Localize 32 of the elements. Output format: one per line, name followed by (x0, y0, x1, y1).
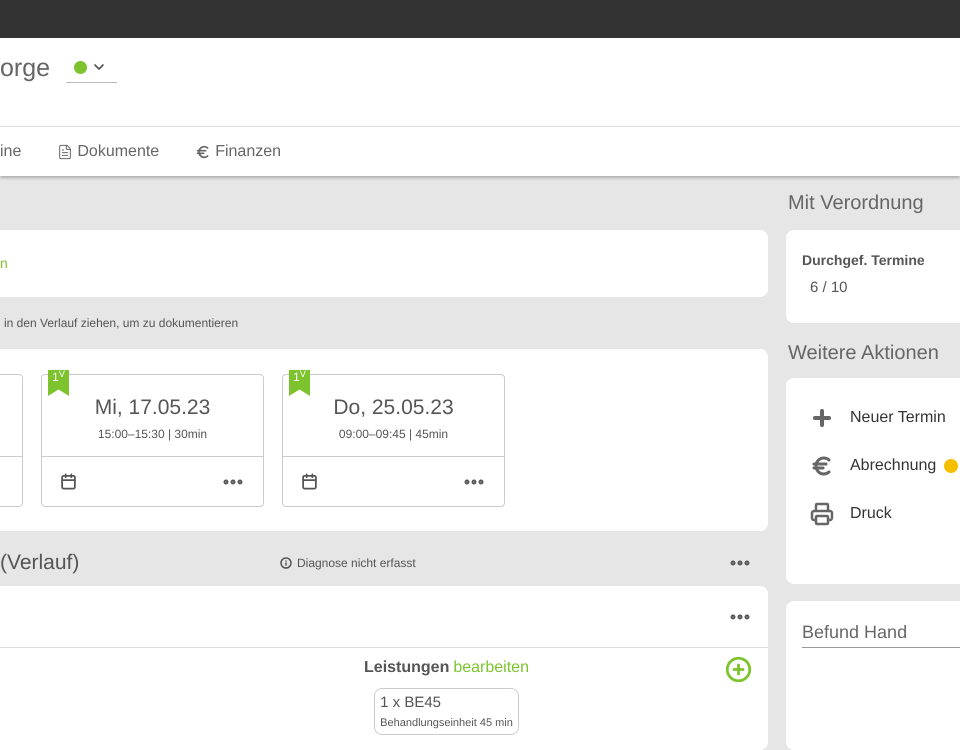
document-icon (57, 144, 74, 160)
findings-title: Befund Hand (802, 619, 960, 648)
tab[interactable]: Dokumente (57, 127, 160, 176)
diagnosis-notice: Diagnose nicht erfasst (297, 554, 416, 572)
calendar-icon[interactable] (301, 473, 318, 490)
tab[interactable]: Finanzen (195, 127, 282, 176)
euro-icon (195, 144, 212, 160)
badge: 1$^{V}$ (289, 370, 310, 396)
action-item[interactable]: Druck (810, 502, 960, 526)
hint-text: in den Verlauf ziehen, um zu dokumentieren (4, 315, 238, 332)
action-item[interactable]: Abrechnung (810, 454, 960, 478)
appointment-date: Do, 25.05.23 (333, 395, 454, 421)
section-title: Weitere Aktionen (788, 340, 939, 366)
appointment-time: 09:00–09:45 | 45min (338, 426, 448, 443)
appointment-time: 15:00–15:30 | 30min (98, 426, 208, 443)
plus-icon (810, 406, 834, 430)
printer-icon (810, 502, 834, 526)
tab[interactable]: ine (0, 127, 22, 176)
appointment-date: Mi, 17.05.23 (94, 395, 210, 421)
services-label: Leistungen (364, 658, 450, 678)
page-title: orge (0, 53, 50, 84)
appointments-label: Durchgef. Termine (802, 251, 926, 270)
appointments-count: 6 / 10 (809, 278, 849, 298)
service-description: Behandlungseinheit 45 min (380, 716, 513, 730)
section-title: Mit Verordnung (788, 191, 924, 216)
section-title: (Verlauf) (0, 550, 80, 576)
info-icon (280, 556, 292, 568)
service-code: 1 x BE45 (380, 693, 442, 713)
service-chip[interactable]: 1 x BE45 Behandlungseinheit 45 min (374, 688, 519, 735)
calendar-icon[interactable] (60, 473, 77, 490)
action-item[interactable]: Neuer Termin (810, 406, 960, 430)
badge: 1$^{V}$ (48, 370, 69, 396)
